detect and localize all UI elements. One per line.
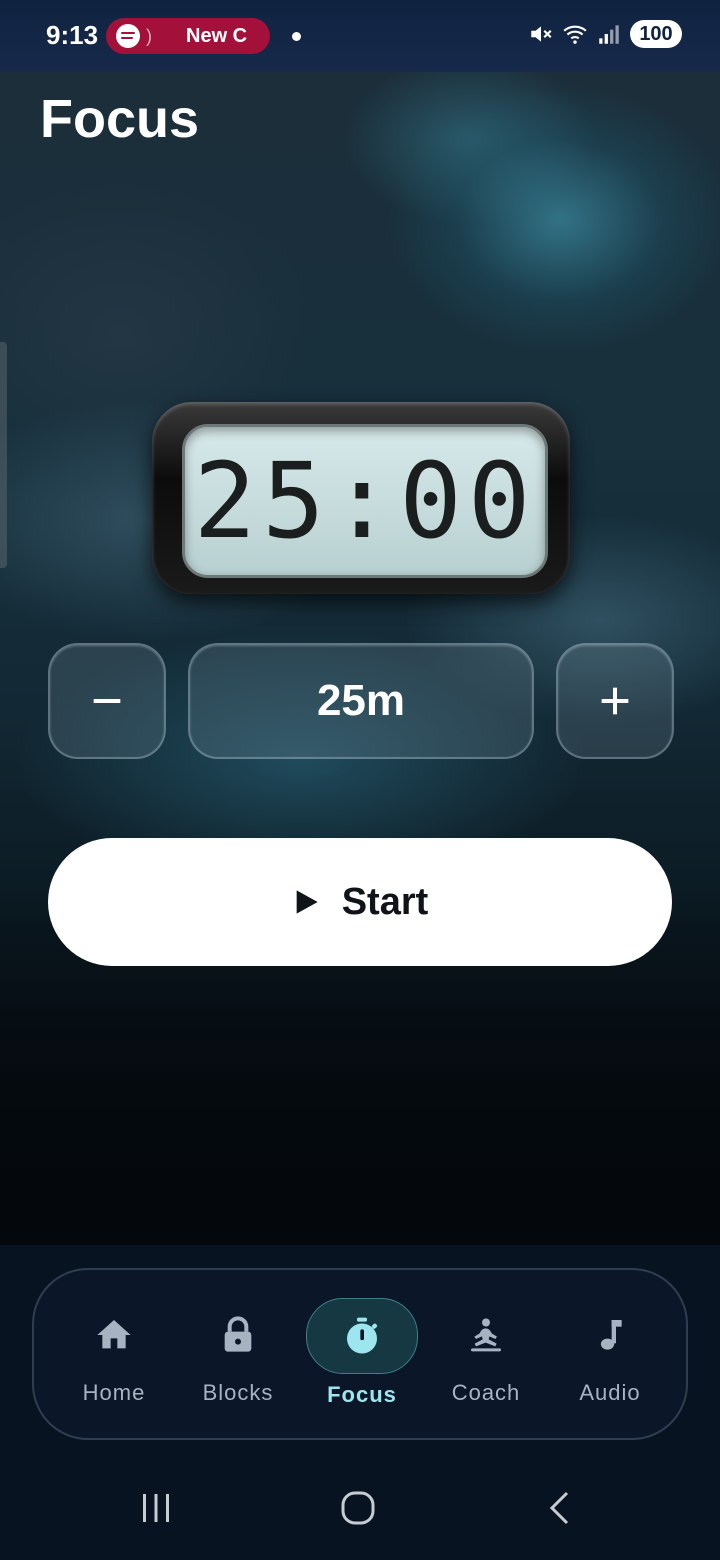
minus-icon (93, 699, 121, 703)
nav-label: Home (82, 1380, 146, 1405)
audio-wave-icon: ) (146, 25, 152, 46)
meditation-icon (471, 1318, 501, 1352)
recent-apps-icon[interactable] (136, 1488, 176, 1528)
focus-screen: 9:13 ) New C 100 Focus 25:00 25m Start H… (0, 0, 720, 1560)
status-bar: 9:13 ) New C 100 (0, 0, 720, 72)
play-icon (296, 890, 318, 914)
nav-item-audio[interactable]: Audio (548, 1270, 672, 1438)
start-label: Start (341, 880, 429, 923)
increase-duration-button[interactable] (556, 643, 674, 759)
timer-screen: 25:00 (182, 424, 548, 578)
nav-icon-container (59, 1298, 169, 1372)
nav-item-blocks[interactable]: Blocks (176, 1270, 300, 1438)
decrease-duration-button[interactable] (48, 643, 166, 759)
timer-display: 25:00 (193, 440, 537, 562)
nav-item-coach[interactable]: Coach (424, 1270, 548, 1438)
background-artwork (0, 0, 720, 1245)
nav-icon-container (183, 1298, 293, 1372)
battery-level: 100 (630, 20, 682, 48)
music-note-icon (600, 1320, 622, 1350)
mute-icon (531, 26, 552, 42)
page-title: Focus (40, 89, 200, 149)
timer-icon (347, 1317, 378, 1354)
status-icons: 100 (528, 20, 682, 48)
nav-icon-container (555, 1298, 665, 1372)
nav-label: Focus (327, 1382, 397, 1407)
media-notification-pill[interactable]: ) New C (106, 18, 270, 54)
nav-item-focus[interactable]: Focus (300, 1270, 424, 1438)
timer-clock: 25:00 (152, 402, 570, 594)
nav-icon-container (306, 1298, 418, 1374)
start-button[interactable]: Start (48, 838, 672, 966)
spotify-icon (116, 24, 140, 48)
duration-label: 25m (316, 676, 406, 725)
status-time: 9:13 (46, 20, 99, 50)
lock-icon (224, 1316, 252, 1352)
home-button-icon[interactable] (338, 1488, 378, 1528)
duration-display[interactable]: 25m (188, 643, 534, 759)
bottom-navigation: Home Blocks Focus Coach Audio (32, 1268, 688, 1440)
back-icon[interactable] (540, 1488, 580, 1528)
nav-label: Audio (579, 1380, 641, 1405)
nav-icon-container (431, 1298, 541, 1372)
nav-item-home[interactable]: Home (52, 1270, 176, 1438)
edge-panel-handle[interactable] (0, 342, 7, 568)
nav-label: Coach (451, 1380, 521, 1405)
media-title: New C (186, 24, 248, 47)
wifi-icon (563, 25, 587, 44)
nav-label: Blocks (202, 1380, 274, 1405)
signal-icon (599, 25, 619, 44)
notification-dot-icon (292, 32, 301, 41)
plus-icon (601, 687, 629, 715)
home-icon (97, 1320, 131, 1349)
